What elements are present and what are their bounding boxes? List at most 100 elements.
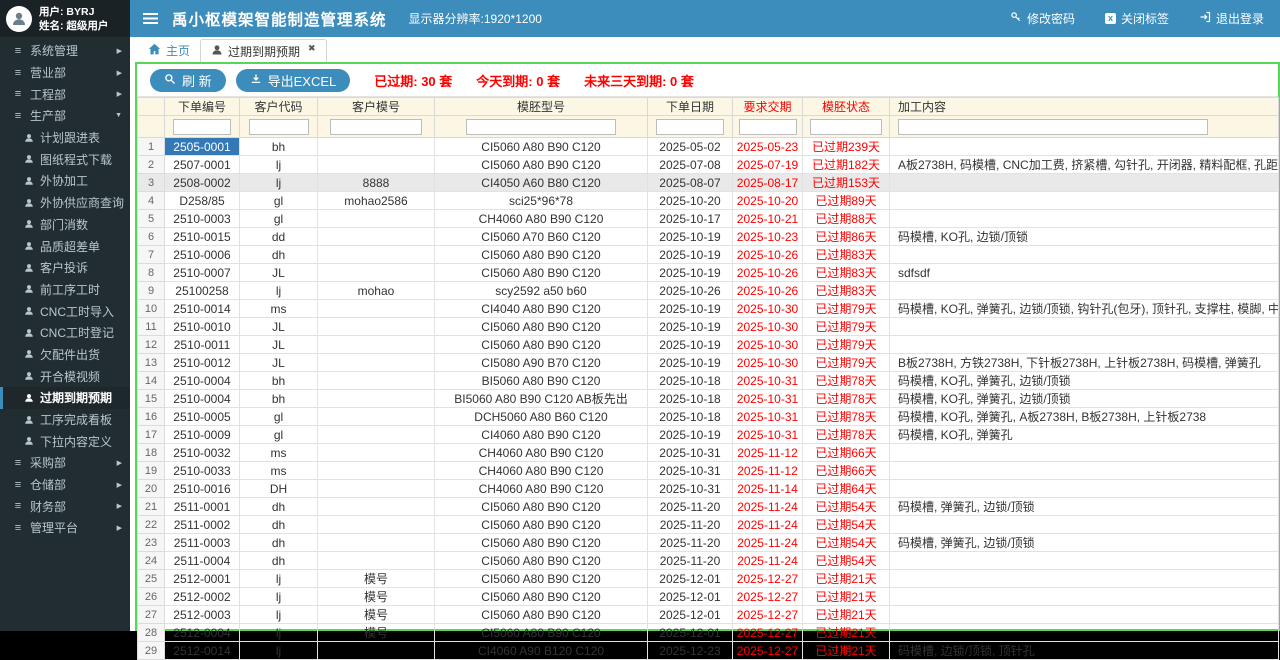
cell-order_date[interactable]: 2025-11-20 — [647, 551, 733, 570]
cell-mold_base_status[interactable]: 已过期54天 — [802, 497, 890, 516]
cell-order_date[interactable]: 2025-10-19 — [647, 353, 733, 372]
cell-order_date[interactable]: 2025-12-01 — [647, 605, 733, 624]
cell-processing_content[interactable] — [889, 515, 1279, 534]
col-header-customer_mold_no[interactable]: 客户模号 — [317, 97, 435, 116]
cell-processing_content[interactable] — [889, 137, 1279, 156]
cell-mold_base_status[interactable]: 已过期86天 — [802, 227, 890, 246]
cell-mold_base_status[interactable]: 已过期66天 — [802, 443, 890, 462]
filter-input-processing_content[interactable] — [898, 118, 1208, 135]
cell-due_date[interactable]: 2025-10-30 — [732, 335, 803, 354]
cell-order_no[interactable]: 2510-0032 — [164, 443, 240, 462]
filter-input-mold_base_model[interactable] — [466, 118, 616, 135]
cell-processing_content[interactable]: B板2738H, 方铁2738H, 下针板2738H, 上针板2738H, 码模… — [889, 353, 1279, 372]
cell-processing_content[interactable] — [889, 587, 1279, 606]
cell-customer_code[interactable]: gl — [239, 191, 318, 210]
cell-mold_base_model[interactable]: CI5060 A80 B90 C120 — [434, 605, 648, 624]
cell-order_date[interactable]: 2025-10-31 — [647, 479, 733, 498]
cell-customer_mold_no[interactable] — [317, 335, 435, 354]
cell-due_date[interactable]: 2025-11-14 — [732, 479, 803, 498]
cell-mold_base_model[interactable]: CI5060 A80 B90 C120 — [434, 155, 648, 174]
cell-processing_content[interactable] — [889, 479, 1279, 498]
cell-order_no[interactable]: 2511-0002 — [164, 515, 240, 534]
cell-mold_base_model[interactable]: CI5060 A80 B90 C120 — [434, 515, 648, 534]
cell-customer_mold_no[interactable]: 模号 — [317, 587, 435, 606]
cell-mold_base_status[interactable]: 已过期79天 — [802, 299, 890, 318]
cell-customer_code[interactable]: bh — [239, 137, 318, 156]
cell-customer_code[interactable]: ms — [239, 299, 318, 318]
sidebar-item-cnc-hours-import[interactable]: CNC工时导入 — [0, 300, 130, 322]
cell-order_no[interactable]: 2510-0016 — [164, 479, 240, 498]
cell-order_no[interactable]: 2511-0003 — [164, 533, 240, 552]
cell-due_date[interactable]: 2025-10-26 — [732, 263, 803, 282]
cell-mold_base_status[interactable]: 已过期21天 — [802, 641, 890, 660]
cell-customer_code[interactable]: lj — [239, 623, 318, 642]
cell-mold_base_status[interactable]: 已过期153天 — [802, 173, 890, 192]
cell-due_date[interactable]: 2025-11-24 — [732, 533, 803, 552]
cell-processing_content[interactable]: sdfsdf — [889, 263, 1279, 282]
cell-customer_code[interactable]: lj — [239, 155, 318, 174]
sidebar-item-finance[interactable]: ≡ 财务部 ▶ — [0, 495, 130, 517]
export-excel-button[interactable]: 导出EXCEL — [235, 68, 351, 92]
filter-input-customer_mold_no[interactable] — [330, 118, 422, 135]
table-row[interactable]: 7 2510-0006 dh CI5060 A80 B90 C120 2025-10-1… — [137, 245, 1279, 264]
cell-processing_content[interactable] — [889, 209, 1279, 228]
cell-mold_base_status[interactable]: 已过期64天 — [802, 479, 890, 498]
cell-processing_content[interactable]: 码模槽, KO孔, 弹簧孔 — [889, 425, 1279, 444]
table-row[interactable]: 26 2512-0002 lj 模号 CI5060 A80 B90 C120 2025-1… — [137, 587, 1279, 606]
cell-mold_base_model[interactable]: CH4060 A80 B90 C120 — [434, 443, 648, 462]
cell-customer_mold_no[interactable]: mohao2586 — [317, 191, 435, 210]
cell-customer_mold_no[interactable] — [317, 443, 435, 462]
cell-customer_code[interactable]: JL — [239, 317, 318, 336]
sidebar-item-warehouse[interactable]: ≡ 仓储部 ▶ — [0, 474, 130, 496]
cell-order_no[interactable]: 2510-0033 — [164, 461, 240, 480]
cell-customer_code[interactable]: dh — [239, 515, 318, 534]
cell-order_no[interactable]: 2512-0003 — [164, 605, 240, 624]
sidebar-item-admin-platform[interactable]: ≡ 管理平台 ▶ — [0, 517, 130, 539]
tab-overdue-due[interactable]: 过期到期预期 ✖ — [200, 39, 327, 62]
cell-mold_base_status[interactable]: 已过期79天 — [802, 317, 890, 336]
sidebar-item-outsourcing-supplier[interactable]: 外协供应商查询 — [0, 192, 130, 214]
cell-order_no[interactable]: 2510-0003 — [164, 209, 240, 228]
sidebar-item-customer-complaint[interactable]: 客户投诉 — [0, 257, 130, 279]
cell-order_no[interactable]: 2510-0004 — [164, 389, 240, 408]
cell-customer_mold_no[interactable]: 模号 — [317, 569, 435, 588]
cell-mold_base_status[interactable]: 已过期79天 — [802, 353, 890, 372]
sidebar-item-dept-consume[interactable]: 部门消数 — [0, 214, 130, 236]
cell-due_date[interactable]: 2025-12-27 — [732, 587, 803, 606]
cell-mold_base_model[interactable]: CI4040 A80 B90 C120 — [434, 299, 648, 318]
cell-customer_code[interactable]: dh — [239, 497, 318, 516]
cell-due_date[interactable]: 2025-11-24 — [732, 497, 803, 516]
cell-order_no[interactable]: 2510-0005 — [164, 407, 240, 426]
cell-order_date[interactable]: 2025-10-31 — [647, 443, 733, 462]
cell-processing_content[interactable]: 码模槽, 弹簧孔, 边锁/顶锁 — [889, 497, 1279, 516]
sidebar-item-production[interactable]: ≡ 生产部 ▼ — [0, 105, 130, 127]
tab-close-icon[interactable]: ✖ — [308, 43, 316, 54]
cell-mold_base_model[interactable]: CI5060 A80 B90 C120 — [434, 137, 648, 156]
cell-processing_content[interactable]: 码模槽, KO孔, 弹簧孔, A板2738H, B板2738H, 上针板2738 — [889, 407, 1279, 426]
cell-mold_base_model[interactable]: CI5060 A80 B90 C120 — [434, 533, 648, 552]
cell-due_date[interactable]: 2025-10-26 — [732, 281, 803, 300]
table-row[interactable]: 3 2508-0002 lj 8888 CI4050 A60 B80 C120 2025-… — [137, 173, 1279, 192]
cell-order_no[interactable]: 2512-0001 — [164, 569, 240, 588]
close-tabs-button[interactable]: x 关闭标签 — [1104, 10, 1169, 27]
table-row[interactable]: 17 2510-0009 gl CI4060 A80 B90 C120 2025-10-… — [137, 425, 1279, 444]
cell-mold_base_status[interactable]: 已过期83天 — [802, 281, 890, 300]
cell-customer_mold_no[interactable] — [317, 227, 435, 246]
cell-mold_base_status[interactable]: 已过期89天 — [802, 191, 890, 210]
cell-customer_code[interactable]: gl — [239, 425, 318, 444]
cell-due_date[interactable]: 2025-10-20 — [732, 191, 803, 210]
cell-order_date[interactable]: 2025-08-07 — [647, 173, 733, 192]
cell-customer_mold_no[interactable] — [317, 263, 435, 282]
cell-customer_code[interactable]: gl — [239, 407, 318, 426]
cell-processing_content[interactable] — [889, 281, 1279, 300]
cell-customer_code[interactable]: JL — [239, 335, 318, 354]
cell-customer_code[interactable]: ms — [239, 461, 318, 480]
cell-order_date[interactable]: 2025-10-18 — [647, 371, 733, 390]
cell-order_date[interactable]: 2025-12-23 — [647, 641, 733, 660]
table-row[interactable]: 12 2510-0011 JL CI5060 A80 B90 C120 2025-10-… — [137, 335, 1279, 354]
sidebar-item-mold-video[interactable]: 开合模视频 — [0, 365, 130, 387]
sidebar-item-cnc-hours-register[interactable]: CNC工时登记 — [0, 322, 130, 344]
logout-button[interactable]: 退出登录 — [1199, 10, 1264, 27]
col-header-mold_base_model[interactable]: 模胚型号 — [434, 97, 648, 116]
cell-customer_mold_no[interactable] — [317, 371, 435, 390]
